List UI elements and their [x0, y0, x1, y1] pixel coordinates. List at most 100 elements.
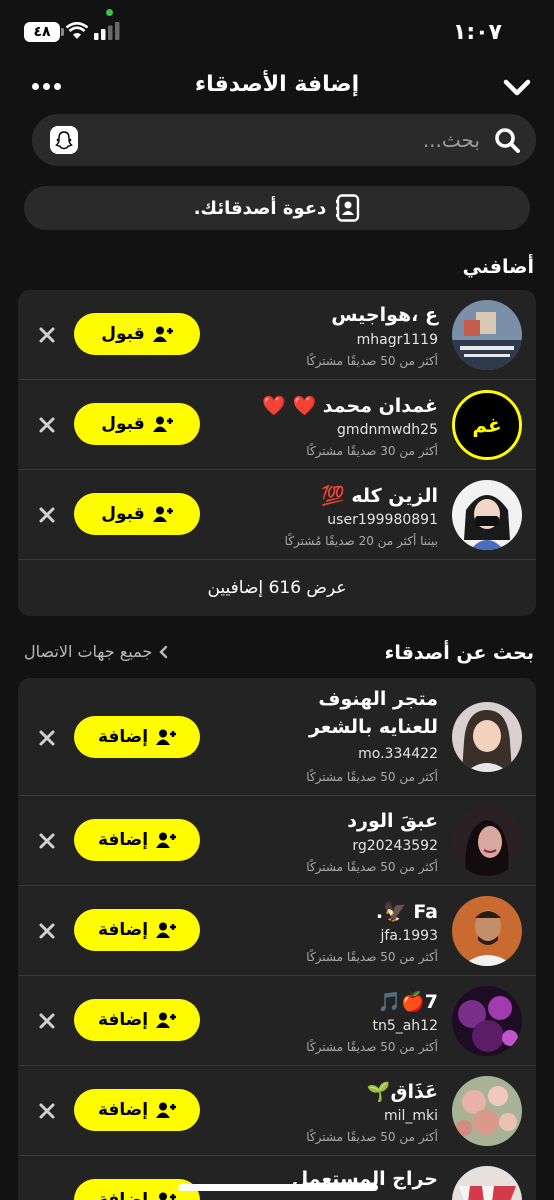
- avatar[interactable]: [452, 702, 522, 772]
- search-icon[interactable]: [494, 127, 520, 153]
- header: إضافة الأصدقاء: [0, 64, 554, 110]
- friend-name: الزين كله 💯: [321, 485, 438, 507]
- avatar[interactable]: غم: [452, 390, 522, 460]
- add-label: إضافة: [97, 830, 149, 850]
- search-bar: [32, 114, 536, 166]
- list-item[interactable]: عَذَاق🌱 mil_mki أكثر من 50 صديقًا مشتركً…: [18, 1066, 536, 1156]
- status-bar: ٤٨ ١:٠٧: [0, 0, 554, 62]
- invite-label: دعوة أصدقائك.: [193, 197, 327, 219]
- friend-username: rg20243592: [352, 838, 438, 854]
- avatar[interactable]: [452, 300, 522, 370]
- mutual-friends: أكثر من 50 صديقًا مشتركًا: [306, 950, 438, 964]
- list-item[interactable]: الزين كله 💯 user199980891 بيننا أكثر من …: [18, 470, 536, 560]
- friend-username: mhagr1119: [356, 332, 438, 348]
- contacts-icon: [336, 194, 360, 222]
- friend-username: mil_mki: [383, 1108, 438, 1124]
- view-more-button[interactable]: عرض 616 إضافيين: [18, 578, 536, 598]
- friend-name: Fa 🦅.: [375, 901, 438, 923]
- friend-username: user199980891: [327, 512, 438, 528]
- add-label: إضافة: [97, 727, 149, 747]
- add-friend-button[interactable]: إضافة: [74, 999, 200, 1041]
- add-friend-button[interactable]: إضافة: [74, 1089, 200, 1131]
- snapcode-icon[interactable]: [50, 126, 78, 154]
- signal-icon: [94, 22, 120, 40]
- list-item[interactable]: ع ،هواجيس mhagr1119 أكثر من 50 صديقًا مش…: [18, 290, 536, 380]
- chevron-left-icon: [159, 645, 168, 658]
- accept-button[interactable]: قبول: [74, 313, 200, 355]
- close-icon[interactable]: [38, 832, 56, 850]
- chevron-down-icon[interactable]: [502, 74, 532, 100]
- add-label: إضافة: [97, 1010, 149, 1030]
- added-me-card: ع ،هواجيس mhagr1119 أكثر من 50 صديقًا مش…: [18, 290, 536, 616]
- friend-name: عبقَ الورد: [347, 810, 438, 832]
- accept-button[interactable]: قبول: [74, 403, 200, 445]
- avatar[interactable]: [452, 480, 522, 550]
- status-time: ١:٠٧: [452, 20, 502, 45]
- mutual-friends: بيننا أكثر من 20 صديقًا مُشتركًا: [284, 534, 438, 548]
- avatar[interactable]: [452, 896, 522, 966]
- friend-name: غمدان محمد ❤️ ❤️: [262, 395, 438, 417]
- list-item[interactable]: غم غمدان محمد ❤️ ❤️ gmdnmwdh25 أكثر من 3…: [18, 380, 536, 470]
- friend-name: ع ،هواجيس: [331, 304, 438, 326]
- mutual-friends: أكثر من 50 صديقًا مشتركًا: [306, 1040, 438, 1054]
- friend-name: 7🍎🎵: [377, 991, 438, 1013]
- close-icon[interactable]: [38, 729, 56, 747]
- find-friends-title: بحث عن أصدقاء: [384, 642, 534, 664]
- friend-name-line2: للعنايه بالشعر: [308, 716, 438, 738]
- friend-name: متجر الهنوف: [318, 688, 438, 710]
- close-icon[interactable]: [38, 326, 56, 344]
- close-icon[interactable]: [38, 1012, 56, 1030]
- list-item[interactable]: 7🍎🎵 tn5_ah12 أكثر من 50 صديقًا مشتركًا إ…: [18, 976, 536, 1066]
- friend-username: mo.334422: [358, 746, 438, 762]
- added-me-title: أضافني: [462, 256, 534, 278]
- search-input[interactable]: [112, 114, 480, 166]
- close-icon[interactable]: [38, 1102, 56, 1120]
- list-item[interactable]: متجر الهنوف للعنايه بالشعر mo.334422 أكث…: [18, 678, 536, 796]
- friend-username: tn5_ah12: [372, 1018, 438, 1034]
- accept-button[interactable]: قبول: [74, 493, 200, 535]
- list-item[interactable]: حراج المستعمل إضافة: [18, 1156, 536, 1200]
- battery-level: ٤٨: [33, 24, 51, 40]
- add-friend-button[interactable]: إضافة: [74, 909, 200, 951]
- add-user-icon: [156, 1012, 177, 1028]
- list-item[interactable]: عبقَ الورد rg20243592 أكثر من 50 صديقًا …: [18, 796, 536, 886]
- list-item[interactable]: Fa 🦅. jfa.1993 أكثر من 50 صديقًا مشتركًا…: [18, 886, 536, 976]
- add-user-icon: [152, 326, 173, 342]
- add-friend-button[interactable]: إضافة: [74, 819, 200, 861]
- avatar[interactable]: [452, 1166, 522, 1200]
- avatar[interactable]: [452, 806, 522, 876]
- close-icon[interactable]: [38, 506, 56, 524]
- add-user-icon: [159, 1192, 177, 1200]
- add-label: إضافة: [97, 1100, 149, 1120]
- find-friends-card: متجر الهنوف للعنايه بالشعر mo.334422 أكث…: [18, 678, 536, 1200]
- add-friend-button[interactable]: إضافة: [74, 716, 200, 758]
- mutual-friends: أكثر من 50 صديقًا مشتركًا: [306, 354, 438, 368]
- friend-name: عَذَاق🌱: [366, 1081, 438, 1103]
- add-friends-screen: ٤٨ ١:٠٧ إضافة الأصدقاء بحث... دعوة أصدقا…: [0, 0, 554, 1200]
- page-title: إضافة الأصدقاء: [194, 72, 360, 97]
- accept-label: قبول: [101, 324, 145, 344]
- invite-friends-button[interactable]: دعوة أصدقائك.: [24, 186, 530, 230]
- close-icon[interactable]: [38, 922, 56, 940]
- all-contacts-label: جميع جهات الاتصال: [24, 642, 153, 661]
- add-user-icon: [156, 729, 177, 745]
- mutual-friends: أكثر من 50 صديقًا مشتركًا: [306, 1130, 438, 1144]
- add-user-icon: [156, 832, 177, 848]
- friend-username: jfa.1993: [380, 928, 438, 944]
- close-icon[interactable]: [38, 416, 56, 434]
- avatar[interactable]: [452, 986, 522, 1056]
- friend-username: gmdnmwdh25: [337, 422, 438, 438]
- battery-icon: ٤٨: [24, 22, 64, 42]
- add-user-icon: [152, 416, 173, 432]
- avatar-initials: غم: [472, 413, 502, 437]
- home-indicator[interactable]: [178, 1184, 378, 1191]
- privacy-indicator: [106, 9, 113, 16]
- accept-label: قبول: [101, 504, 145, 524]
- all-contacts-link[interactable]: جميع جهات الاتصال: [24, 642, 168, 661]
- mutual-friends: أكثر من 30 صديقًا مشتركًا: [306, 444, 438, 458]
- accept-label: قبول: [101, 414, 145, 434]
- avatar[interactable]: [452, 1076, 522, 1146]
- mutual-friends: أكثر من 50 صديقًا مشتركًا: [306, 860, 438, 874]
- add-user-icon: [156, 1102, 177, 1118]
- add-label: إضافة: [97, 920, 149, 940]
